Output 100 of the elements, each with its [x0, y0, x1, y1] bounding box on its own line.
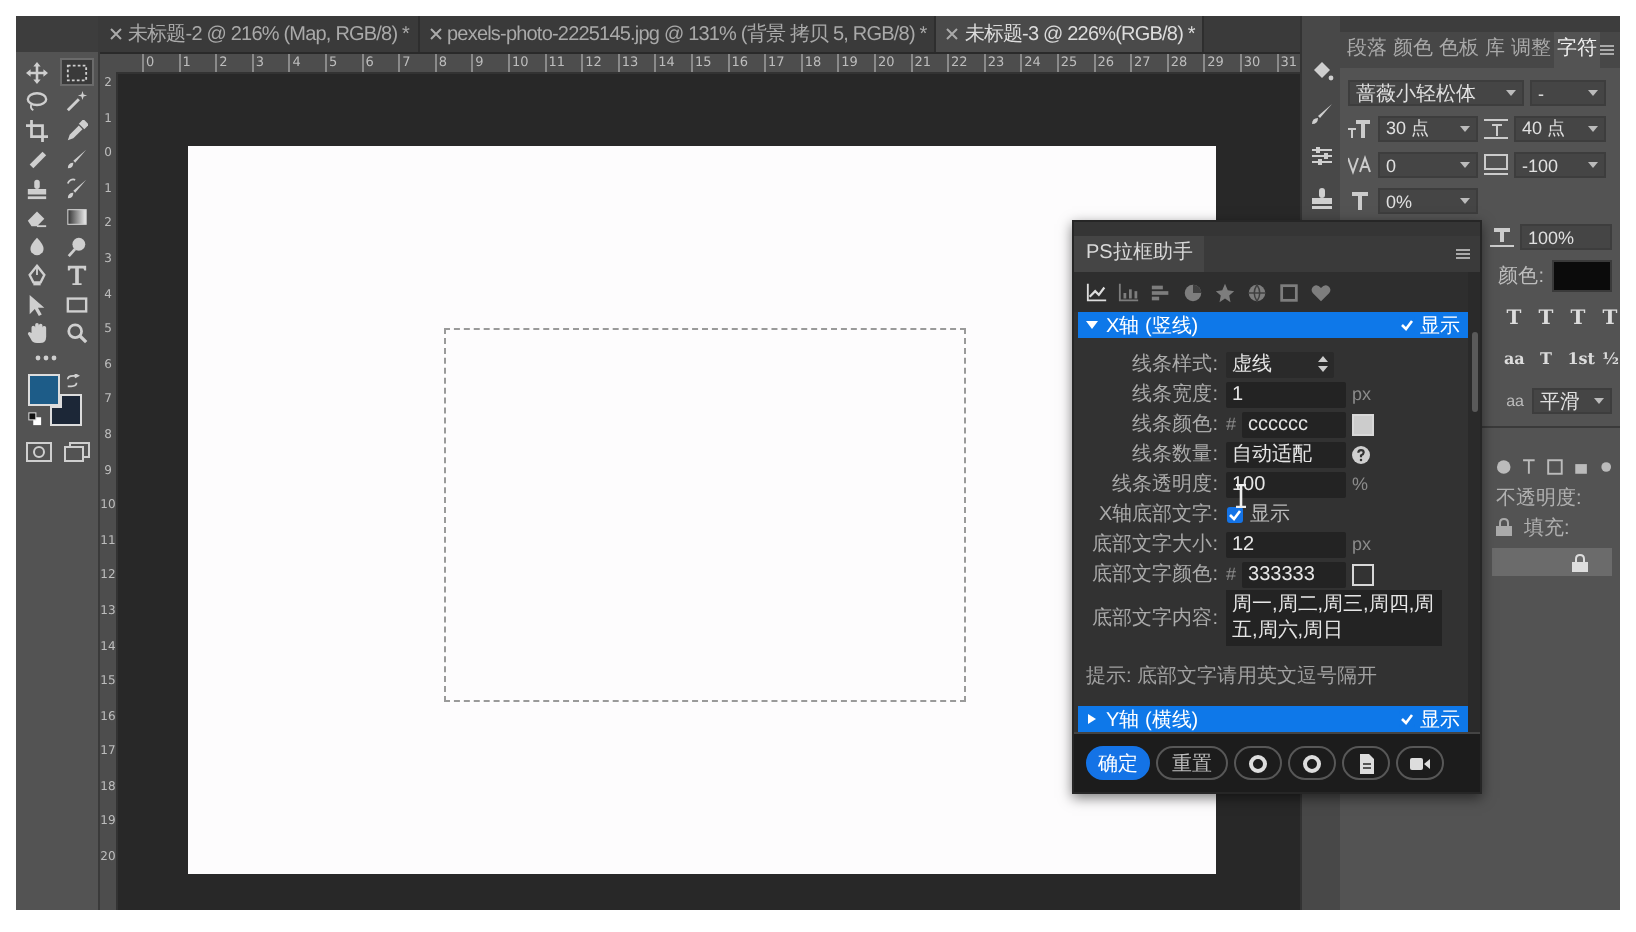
panel-tab[interactable]: 库: [1482, 32, 1508, 68]
horizontal-scale-field[interactable]: 100%: [1520, 224, 1612, 250]
eraser-icon: [26, 206, 48, 228]
star-icon: [1214, 281, 1236, 303]
quick-mask-icon: [26, 441, 52, 461]
wand-icon: [66, 90, 88, 112]
checkbox-label: 显示: [1250, 502, 1290, 528]
text-area-field[interactable]: 周一,周二,周三,周四,周五,周六,周日: [1226, 590, 1442, 646]
confirm-button[interactable]: 确定: [1086, 746, 1150, 780]
color-field[interactable]: cccccc: [1242, 411, 1347, 437]
document-icon: [1356, 753, 1376, 773]
sliders-icon: [1150, 281, 1172, 303]
section-title: X轴 (竖线): [1106, 313, 1199, 339]
line-style-dropdown[interactable]: 虚线: [1226, 351, 1334, 377]
menu-icon: [1600, 44, 1614, 56]
reset-button[interactable]: 重置: [1156, 746, 1228, 780]
heart-icon: [1310, 281, 1332, 303]
font-style-dropdown[interactable]: -: [1530, 80, 1606, 106]
caret-icon: [1594, 398, 1604, 404]
text-style-button[interactable]: 1st: [1567, 348, 1590, 368]
number-field[interactable]: 1: [1226, 381, 1346, 407]
number-field[interactable]: 12: [1226, 531, 1346, 557]
opacity-label: 不透明度:: [1496, 485, 1582, 511]
section-header[interactable]: Y轴 (横线) 显示: [1078, 706, 1468, 732]
close-icon: [110, 28, 122, 40]
square-icon: [1278, 281, 1300, 303]
crop-tool[interactable]: [20, 116, 54, 144]
font-family-dropdown[interactable]: 蔷薇小轻松体: [1348, 80, 1524, 106]
pen-icon: [26, 264, 48, 286]
panel-tab[interactable]: 段落: [1344, 32, 1390, 68]
tracking-icon: [1484, 154, 1508, 176]
pie-chart-icon: [1182, 281, 1204, 303]
drop-icon: [26, 235, 48, 257]
panel-tab[interactable]: 色板: [1436, 32, 1482, 68]
caret-icon: [1588, 162, 1598, 168]
panel-tab[interactable]: 颜色: [1390, 32, 1436, 68]
help-icon: [1352, 445, 1370, 463]
ring-button[interactable]: [1288, 746, 1336, 780]
fill-label: 填充:: [1524, 515, 1570, 541]
globe-icon: [1246, 281, 1268, 303]
antialias-label: aa: [1506, 392, 1524, 410]
antialias-dropdown[interactable]: 平滑: [1532, 388, 1612, 414]
tracking-field[interactable]: -100: [1514, 152, 1606, 178]
unit-label: %: [1352, 474, 1369, 494]
ring-button[interactable]: [1234, 746, 1282, 780]
panel-tab[interactable]: 字符: [1554, 32, 1600, 68]
video-camera-button[interactable]: [1396, 746, 1444, 780]
default-colors-icon: [28, 411, 42, 425]
checkbox[interactable]: [1398, 316, 1416, 334]
text-style-button[interactable]: ½: [1601, 348, 1620, 368]
text-style-button[interactable]: aa: [1504, 348, 1525, 368]
font-size-icon: [1348, 118, 1372, 140]
vertical-scale-field[interactable]: 0%: [1378, 188, 1478, 214]
dashed-rectangle-icon: [66, 61, 88, 83]
color-field[interactable]: 333333: [1242, 561, 1347, 587]
checkbox[interactable]: [1398, 710, 1416, 728]
text-style-button[interactable]: T: [1536, 308, 1556, 330]
menu-icon: [1456, 248, 1470, 260]
text-color-swatch[interactable]: [1552, 260, 1612, 292]
checkbox[interactable]: [1226, 505, 1244, 523]
hint-text: 提示: 底部文字请用英文逗号隔开: [1084, 663, 1380, 692]
field-label: 底部文字大小:: [1090, 531, 1218, 558]
document-tab[interactable]: 未标题-2 @ 216% (Map, RGB/8) *: [100, 16, 420, 52]
section-header[interactable]: X轴 (竖线) 显示: [1078, 312, 1468, 338]
font-size-field[interactable]: 30 点: [1378, 116, 1478, 142]
section-title: Y轴 (横线): [1106, 707, 1199, 733]
document-tab[interactable]: 未标题-3 @ 226%(RGB/8) *: [936, 16, 1205, 52]
panel-title: PS拉框助手: [1074, 236, 1205, 272]
sliders-icon: [1309, 144, 1333, 168]
field-label: 线条透明度:: [1110, 471, 1218, 498]
color-swatch[interactable]: [1352, 563, 1375, 585]
arrow-cursor-icon: [26, 293, 48, 315]
caret-icon: [1588, 126, 1598, 132]
close-icon: [429, 28, 442, 40]
layer-filter-icon: [1496, 458, 1612, 476]
video-camera-icon: [1410, 753, 1430, 773]
crop-icon: [26, 119, 48, 141]
panel-tab[interactable]: 调整: [1508, 32, 1554, 68]
text-style-button[interactable]: T: [1600, 308, 1620, 330]
kerning-field[interactable]: 0: [1378, 152, 1478, 178]
layer-row[interactable]: [1492, 548, 1612, 576]
ring-icon: [1248, 753, 1268, 773]
field-label: 线条数量:: [1130, 441, 1218, 468]
lasso-icon: [26, 90, 48, 112]
field-label: 底部文字颜色:: [1090, 561, 1218, 588]
count-field[interactable]: 自动适配: [1226, 441, 1346, 467]
hash-label: #: [1226, 564, 1237, 584]
dashed-rectangle-tool[interactable]: [60, 58, 94, 86]
stepper-icon: [1318, 356, 1328, 372]
text-style-button[interactable]: T: [1568, 308, 1588, 330]
caret-icon: [1460, 162, 1470, 168]
color-swatch[interactable]: [1352, 413, 1375, 435]
text-style-button[interactable]: T: [1536, 348, 1556, 368]
leading-field[interactable]: 40 点: [1514, 116, 1606, 142]
chart-type-tab[interactable]: [1086, 281, 1108, 303]
gradient-icon: [66, 206, 88, 228]
document-button[interactable]: [1342, 746, 1390, 780]
caret-icon: [1588, 90, 1598, 96]
text-style-button[interactable]: T: [1504, 308, 1524, 330]
foreground-color-swatch[interactable]: [28, 373, 60, 405]
